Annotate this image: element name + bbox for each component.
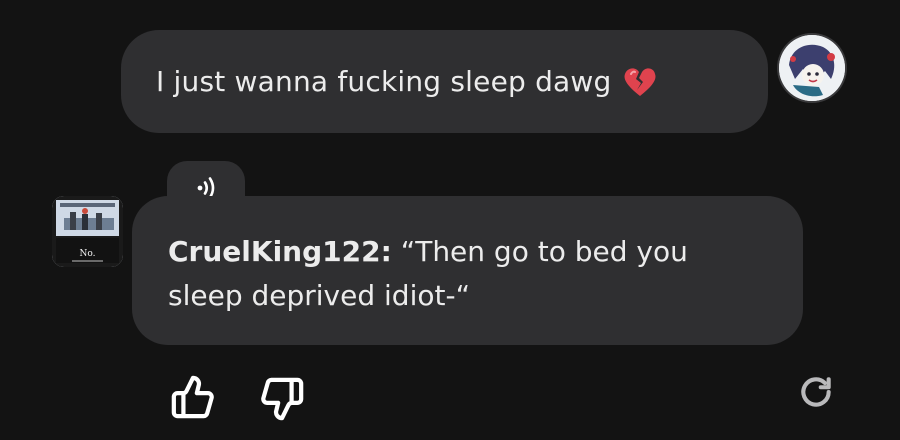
user-avatar[interactable] <box>779 35 845 101</box>
bot-speaker-name: CruelKing122: <box>168 235 392 268</box>
regenerate-button[interactable] <box>794 372 838 416</box>
bot-avatar[interactable]: No. <box>52 196 123 267</box>
avatar-caption: No. <box>80 249 96 259</box>
thumbs-down-icon <box>259 376 305 426</box>
thumbs-up-button[interactable] <box>168 374 218 424</box>
refresh-icon <box>797 373 835 415</box>
user-message-text: I just wanna fucking sleep dawg <box>156 65 612 98</box>
broken-heart-icon <box>623 66 657 98</box>
thumbs-up-icon <box>170 374 216 424</box>
thumbs-down-button[interactable] <box>257 376 307 426</box>
bot-message-bubble: CruelKing122: “Then go to bed you sleep … <box>132 196 803 345</box>
user-message-bubble: I just wanna fucking sleep dawg <box>121 30 768 133</box>
